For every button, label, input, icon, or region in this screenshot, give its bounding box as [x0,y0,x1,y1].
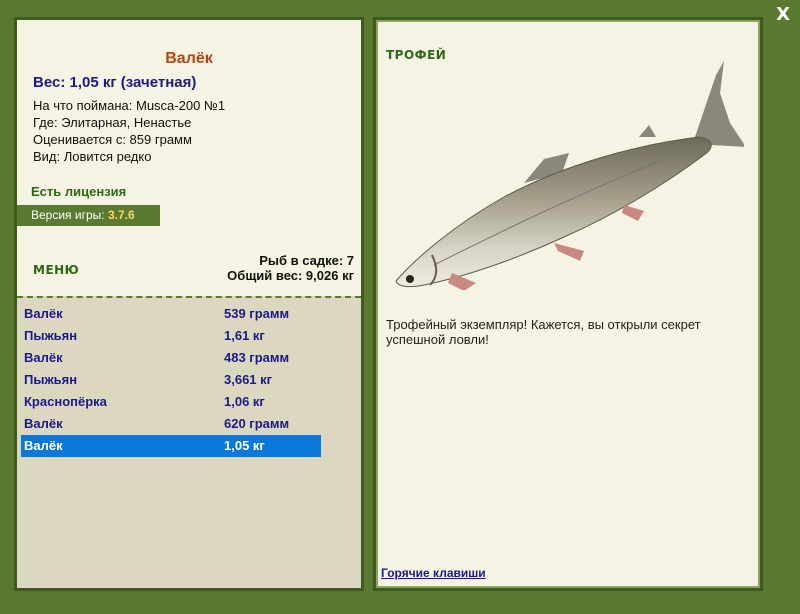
catch-fish-weight: 539 грамм [224,306,290,321]
fish-info: На что поймана: Musca-200 №1 Где: Элитар… [33,97,225,165]
catch-fish-name: Пыжьян [24,372,78,387]
catch-fish-weight: 1,06 кг [224,394,265,409]
fish-count: Рыб в садке: 7 [259,253,354,268]
catch-fish-weight: 483 грамм [224,350,290,365]
catch-list-item[interactable]: Валёк 539 грамм [21,303,321,325]
catch-list-area: Валёк 539 грамм Пыжьян 1,61 кг Валёк 483 грам… [17,296,361,588]
version-value: 3.7.6 [107,208,135,222]
fish-image [395,61,744,290]
total-weight: Общий вес: 9,026 кг [227,268,354,283]
catch-fish-name: Краснопёрка [24,394,107,409]
location: Где: Элитарная, Ненастье [33,115,192,130]
trophy-text: Трофейный экземпляр! Кажется, вы открыли… [386,317,701,347]
fish-kind: Вид: Ловится редко [33,149,152,164]
license-status: Есть лицензия [31,184,127,199]
close-button[interactable]: X [776,6,790,24]
catch-fish-name: Валёк [24,306,63,321]
catch-list-item[interactable]: Краснопёрка 1,06 кг [21,391,321,413]
catch-list: Валёк 539 грамм Пыжьян 1,61 кг Валёк 483 грам… [21,303,321,457]
game-version: Версия игры: 3.7.6 [17,205,160,226]
catch-fish-name: Валёк [24,416,63,431]
catch-fish-weight: 1,61 кг [224,328,265,343]
catch-fish-name: Валёк [24,438,63,453]
fish-title: Валёк [165,50,213,67]
fish-weight: Вес: 1,05 кг (зачетная) [33,74,197,91]
version-label: Версия игры: [31,208,105,222]
catch-list-item[interactable]: Валёк 483 грамм [21,347,321,369]
catch-fish-weight: 1,05 кг [224,438,265,453]
valued-from: Оценивается с: 859 грамм [33,132,192,147]
catch-list-item[interactable]: Пыжьян 1,61 кг [21,325,321,347]
catch-fish-weight: 3,661 кг [224,372,273,387]
fish-info-panel: Валёк Вес: 1,05 кг (зачетная) На что пой… [14,17,364,591]
catch-list-item[interactable]: Пыжьян 3,661 кг [21,369,321,391]
catch-list-item[interactable]: Валёк 1,05 кг [21,435,321,457]
catch-fish-name: Пыжьян [24,328,78,343]
fish-details: Валёк Вес: 1,05 кг (зачетная) На что пой… [17,20,361,296]
catch-fish-weight: 620 грамм [224,416,290,431]
catch-fish-name: Валёк [24,350,63,365]
menu-button[interactable]: МЕНЮ [33,263,79,277]
catch-list-item[interactable]: Валёк 620 грамм [21,413,321,435]
trophy-panel: ТРОФЕЙ Трофейный экземпляр! Кажется, вы … [373,17,763,591]
caught-on: На что поймана: Musca-200 №1 [33,98,226,113]
hotkeys-link[interactable]: Горячие клавиши [381,566,486,580]
keepnet-stats: Рыб в садке: 7 Общий вес: 9,026 кг [227,253,354,283]
